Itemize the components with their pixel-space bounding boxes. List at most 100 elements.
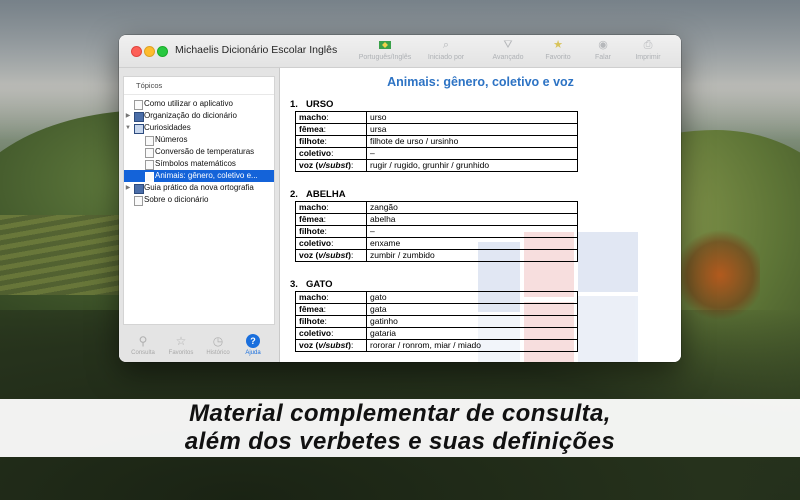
section-number: 1. (290, 99, 298, 110)
value-cell: gata (366, 303, 578, 316)
table-row: coletivo: enxame (295, 237, 578, 250)
book-icon (134, 124, 144, 134)
flag-icon (357, 38, 413, 52)
table-row: macho: zangão (295, 201, 578, 214)
animal-table: macho: urso fêmea: ursa filhote: filhote de u… (295, 111, 578, 172)
autumn-tree (680, 230, 760, 320)
disclosure-closed-icon[interactable]: ▶ (124, 110, 132, 122)
tab-consulta[interactable]: ⚲ Consulta (126, 334, 160, 356)
toolbar-print-button[interactable]: ⎙ Imprimir (620, 38, 676, 61)
tab-favoritos[interactable]: ☆ Favoritos (164, 334, 198, 356)
toolbar-label: Iniciado por (427, 54, 465, 61)
zoom-window-button[interactable] (157, 46, 168, 57)
app-window: Michaelis Dicionário Escolar Inglês Port… (119, 35, 681, 362)
section-heading: 3. GATO (290, 278, 333, 291)
attribute-cell: filhote: (295, 225, 367, 238)
sidebar-item-label: Organização do dicionário (144, 111, 237, 120)
table-row: filhote: filhote de urso / ursinho (295, 135, 578, 148)
toolbar-starts-with-button[interactable]: ⌕ Iniciado por (418, 38, 474, 61)
value-cell: zangão (366, 201, 578, 214)
attribute-cell: voz (v/subst): (295, 249, 367, 262)
toolbar-label: Falar (595, 54, 611, 61)
sidebar-item[interactable]: Como utilizar o aplicativo (124, 98, 274, 110)
toolbar-advanced-button[interactable]: ⛛ Avançado (480, 38, 536, 61)
attribute-cell: macho: (295, 111, 367, 124)
section-abelha: 2. ABELHA (290, 188, 346, 201)
clock-icon: ◷ (212, 334, 224, 348)
close-window-button[interactable] (131, 46, 142, 57)
value-cell: rororar / ronrom, miar / miado (366, 339, 578, 352)
sidebar-item[interactable]: Animais: gênero, coletivo e... (124, 170, 274, 182)
topics-tree: Como utilizar o aplicativo ▶ Organização d… (124, 95, 274, 206)
tab-label: Ajuda (245, 350, 261, 356)
minimize-window-button[interactable] (144, 46, 155, 57)
attribute-cell: macho: (295, 201, 367, 214)
attribute-cell: fêmea: (295, 303, 367, 316)
sidebar-item[interactable]: ▼ Curiosidades (124, 122, 274, 134)
sidebar-item[interactable]: Sobre o dicionário (124, 194, 274, 206)
toolbar-label: Português/Inglês (358, 54, 412, 61)
value-cell: enxame (366, 237, 578, 250)
disclosure-open-icon[interactable]: ▼ (124, 122, 132, 134)
document-icon (134, 100, 143, 110)
section-name: URSO (306, 99, 334, 110)
sidebar-item-label: Como utilizar o aplicativo (144, 99, 233, 108)
value-cell: urso (366, 111, 578, 124)
tab-ajuda[interactable]: ? Ajuda (236, 334, 270, 356)
value-cell: gatinho (366, 315, 578, 328)
section-name: ABELHA (306, 189, 346, 200)
section-heading: 2. ABELHA (290, 188, 346, 201)
tab-label: Favoritos (168, 350, 194, 356)
sidebar-item-label: Animais: gênero, coletivo e... (155, 171, 258, 180)
table-row: macho: gato (295, 291, 578, 304)
table-row: filhote: – (295, 225, 578, 238)
value-cell: rugir / rugido, grunhir / grunhido (366, 159, 578, 172)
section-number: 2. (290, 189, 298, 200)
sidebar-item-label: Curiosidades (144, 123, 191, 132)
table-row: coletivo: – (295, 147, 578, 160)
value-cell: gato (366, 291, 578, 304)
section-heading: 1. URSO (290, 98, 333, 111)
attribute-cell: fêmea: (295, 213, 367, 226)
attribute-cell: coletivo: (295, 147, 367, 160)
sidebar-tab-bar: ⚲ Consulta ☆ Favoritos ◷ Histórico ? Aju… (119, 330, 279, 362)
topics-header: Tópicos (124, 77, 274, 95)
value-cell: gataria (366, 327, 578, 340)
table-row: voz (v/subst): rororar / ronrom, miar / m… (295, 339, 578, 352)
table-row: voz (v/subst): zumbir / zumbido (295, 249, 578, 262)
sidebar-item[interactable]: Conversão de temperaturas (124, 146, 274, 158)
sidebar: Tópicos Como utilizar o aplicativo ▶ Organ… (119, 68, 280, 362)
disclosure-closed-icon[interactable]: ▶ (124, 182, 132, 194)
document-icon (134, 196, 143, 206)
tab-label: Histórico (206, 350, 230, 356)
caption-line-2: além dos verbetes e suas definições (184, 428, 616, 455)
toolbar-label: Avançado (492, 54, 524, 61)
sidebar-item[interactable]: ▶ Guia prático da nova ortografia (124, 182, 274, 194)
sidebar-item[interactable]: ▶ Organização do dicionário (124, 110, 274, 122)
attribute-cell: fêmea: (295, 123, 367, 136)
toolbar-language-button[interactable]: Português/Inglês (357, 38, 413, 61)
table-row: fêmea: abelha (295, 213, 578, 226)
section-number: 3. (290, 279, 298, 290)
sidebar-item[interactable]: Símbolos matemáticos (124, 158, 274, 170)
attribute-cell: coletivo: (295, 327, 367, 340)
content-pane: Animais: gênero, coletivo e voz 1. URSO m… (280, 68, 681, 362)
attribute-cell: filhote: (295, 315, 367, 328)
toolbar-label: Favorito (545, 54, 571, 61)
attribute-cell: voz (v/subst): (295, 339, 367, 352)
document-icon (145, 172, 154, 182)
attribute-cell: coletivo: (295, 237, 367, 250)
tab-historico[interactable]: ◷ Histórico (201, 334, 235, 356)
sidebar-item-label: Números (155, 135, 188, 144)
sidebar-item-label: Conversão de temperaturas (155, 147, 255, 156)
help-icon: ? (246, 334, 260, 348)
table-row: coletivo: gataria (295, 327, 578, 340)
attribute-cell: voz (v/subst): (295, 159, 367, 172)
page-title: Animais: gênero, coletivo e voz (387, 75, 574, 89)
animal-table: macho: zangão fêmea: abelha filhote: – coletiv… (295, 201, 578, 262)
section-urso: 1. URSO (290, 98, 333, 111)
table-row: fêmea: ursa (295, 123, 578, 136)
document-icon (145, 160, 154, 170)
sidebar-item[interactable]: Números (124, 134, 274, 146)
topics-list: Tópicos Como utilizar o aplicativo ▶ Organ… (123, 76, 275, 325)
